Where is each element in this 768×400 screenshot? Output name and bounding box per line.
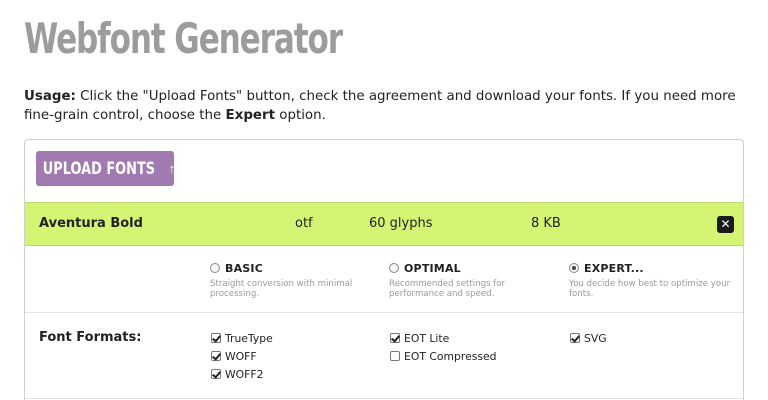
format-eot-lite-label: EOT Lite: [404, 331, 450, 345]
formats-column-2: EOT Lite EOT Compressed: [390, 329, 496, 365]
mode-optimal[interactable]: OPTIMAL Recommended settings for perform…: [389, 260, 559, 299]
mode-optimal-radio[interactable]: [389, 263, 399, 273]
page-title: Webfont Generator: [24, 14, 343, 63]
font-formats-label: Font Formats:: [39, 330, 142, 345]
generator-panel: UPLOAD FONTS ↑ Aventura Bold otf 60 glyp…: [24, 139, 744, 400]
upload-fonts-button[interactable]: UPLOAD FONTS ↑: [36, 151, 176, 186]
usage-label: Usage:: [24, 89, 76, 104]
format-eot-lite-checkbox[interactable]: [390, 333, 400, 343]
mode-options-row: BASIC Straight conversion with minimal p…: [25, 246, 743, 313]
font-name: Aventura Bold: [39, 216, 143, 231]
font-formats-row: Font Formats: TrueType WOFF WOFF2 EOT Li…: [25, 313, 743, 399]
font-size: 8 KB: [531, 216, 561, 231]
usage-text-1: Click the "Upload Fonts" button, check t…: [24, 89, 736, 123]
font-glyphs: 60 glyphs: [369, 216, 433, 231]
format-svg-checkbox[interactable]: [570, 333, 580, 343]
formats-column-1: TrueType WOFF WOFF2: [211, 329, 273, 383]
format-woff2[interactable]: WOFF2: [211, 365, 273, 383]
arrow-up-icon: ↑: [168, 161, 176, 176]
usage-expert: Expert: [225, 108, 276, 123]
mode-basic-label: BASIC: [225, 261, 263, 275]
font-file-row: Aventura Bold otf 60 glyphs 8 KB ✕: [25, 202, 743, 246]
usage-text-2: option.: [275, 108, 326, 123]
format-eot-compressed-label: EOT Compressed: [404, 349, 497, 363]
page: Webfont Generator Usage: Click the "Uplo…: [0, 0, 768, 400]
format-svg[interactable]: SVG: [570, 329, 607, 347]
format-truetype-checkbox[interactable]: [211, 333, 221, 343]
mode-basic-desc: Straight conversion with minimal process…: [210, 279, 353, 299]
usage-text: Usage: Click the "Upload Fonts" button, …: [24, 87, 744, 125]
format-woff2-label: WOFF2: [225, 367, 264, 381]
mode-optimal-label: OPTIMAL: [404, 261, 461, 275]
mode-optimal-desc: Recommended settings for performance and…: [389, 279, 506, 299]
format-eot-compressed-checkbox[interactable]: [390, 351, 400, 361]
format-svg-label: SVG: [584, 331, 607, 345]
font-format: otf: [295, 216, 313, 231]
mode-basic-radio[interactable]: [210, 263, 220, 273]
format-truetype-label: TrueType: [225, 331, 273, 345]
format-woff-label: WOFF: [225, 349, 257, 363]
mode-expert[interactable]: EXPERT... You decide how best to optimiz…: [569, 260, 739, 299]
mode-basic[interactable]: BASIC Straight conversion with minimal p…: [210, 260, 380, 299]
format-woff-checkbox[interactable]: [211, 351, 221, 361]
format-truetype[interactable]: TrueType: [211, 329, 273, 347]
format-eot-compressed[interactable]: EOT Compressed: [390, 347, 496, 365]
mode-expert-desc: You decide how best to optimize your fon…: [569, 279, 731, 299]
mode-expert-label: EXPERT...: [584, 261, 644, 275]
upload-fonts-label: UPLOAD FONTS: [42, 158, 155, 179]
format-woff2-checkbox[interactable]: [211, 369, 221, 379]
format-woff[interactable]: WOFF: [211, 347, 273, 365]
mode-expert-radio[interactable]: [569, 263, 579, 273]
format-eot-lite[interactable]: EOT Lite: [390, 329, 496, 347]
formats-column-3: SVG: [570, 329, 607, 347]
remove-font-close-icon[interactable]: ✕: [717, 216, 734, 233]
